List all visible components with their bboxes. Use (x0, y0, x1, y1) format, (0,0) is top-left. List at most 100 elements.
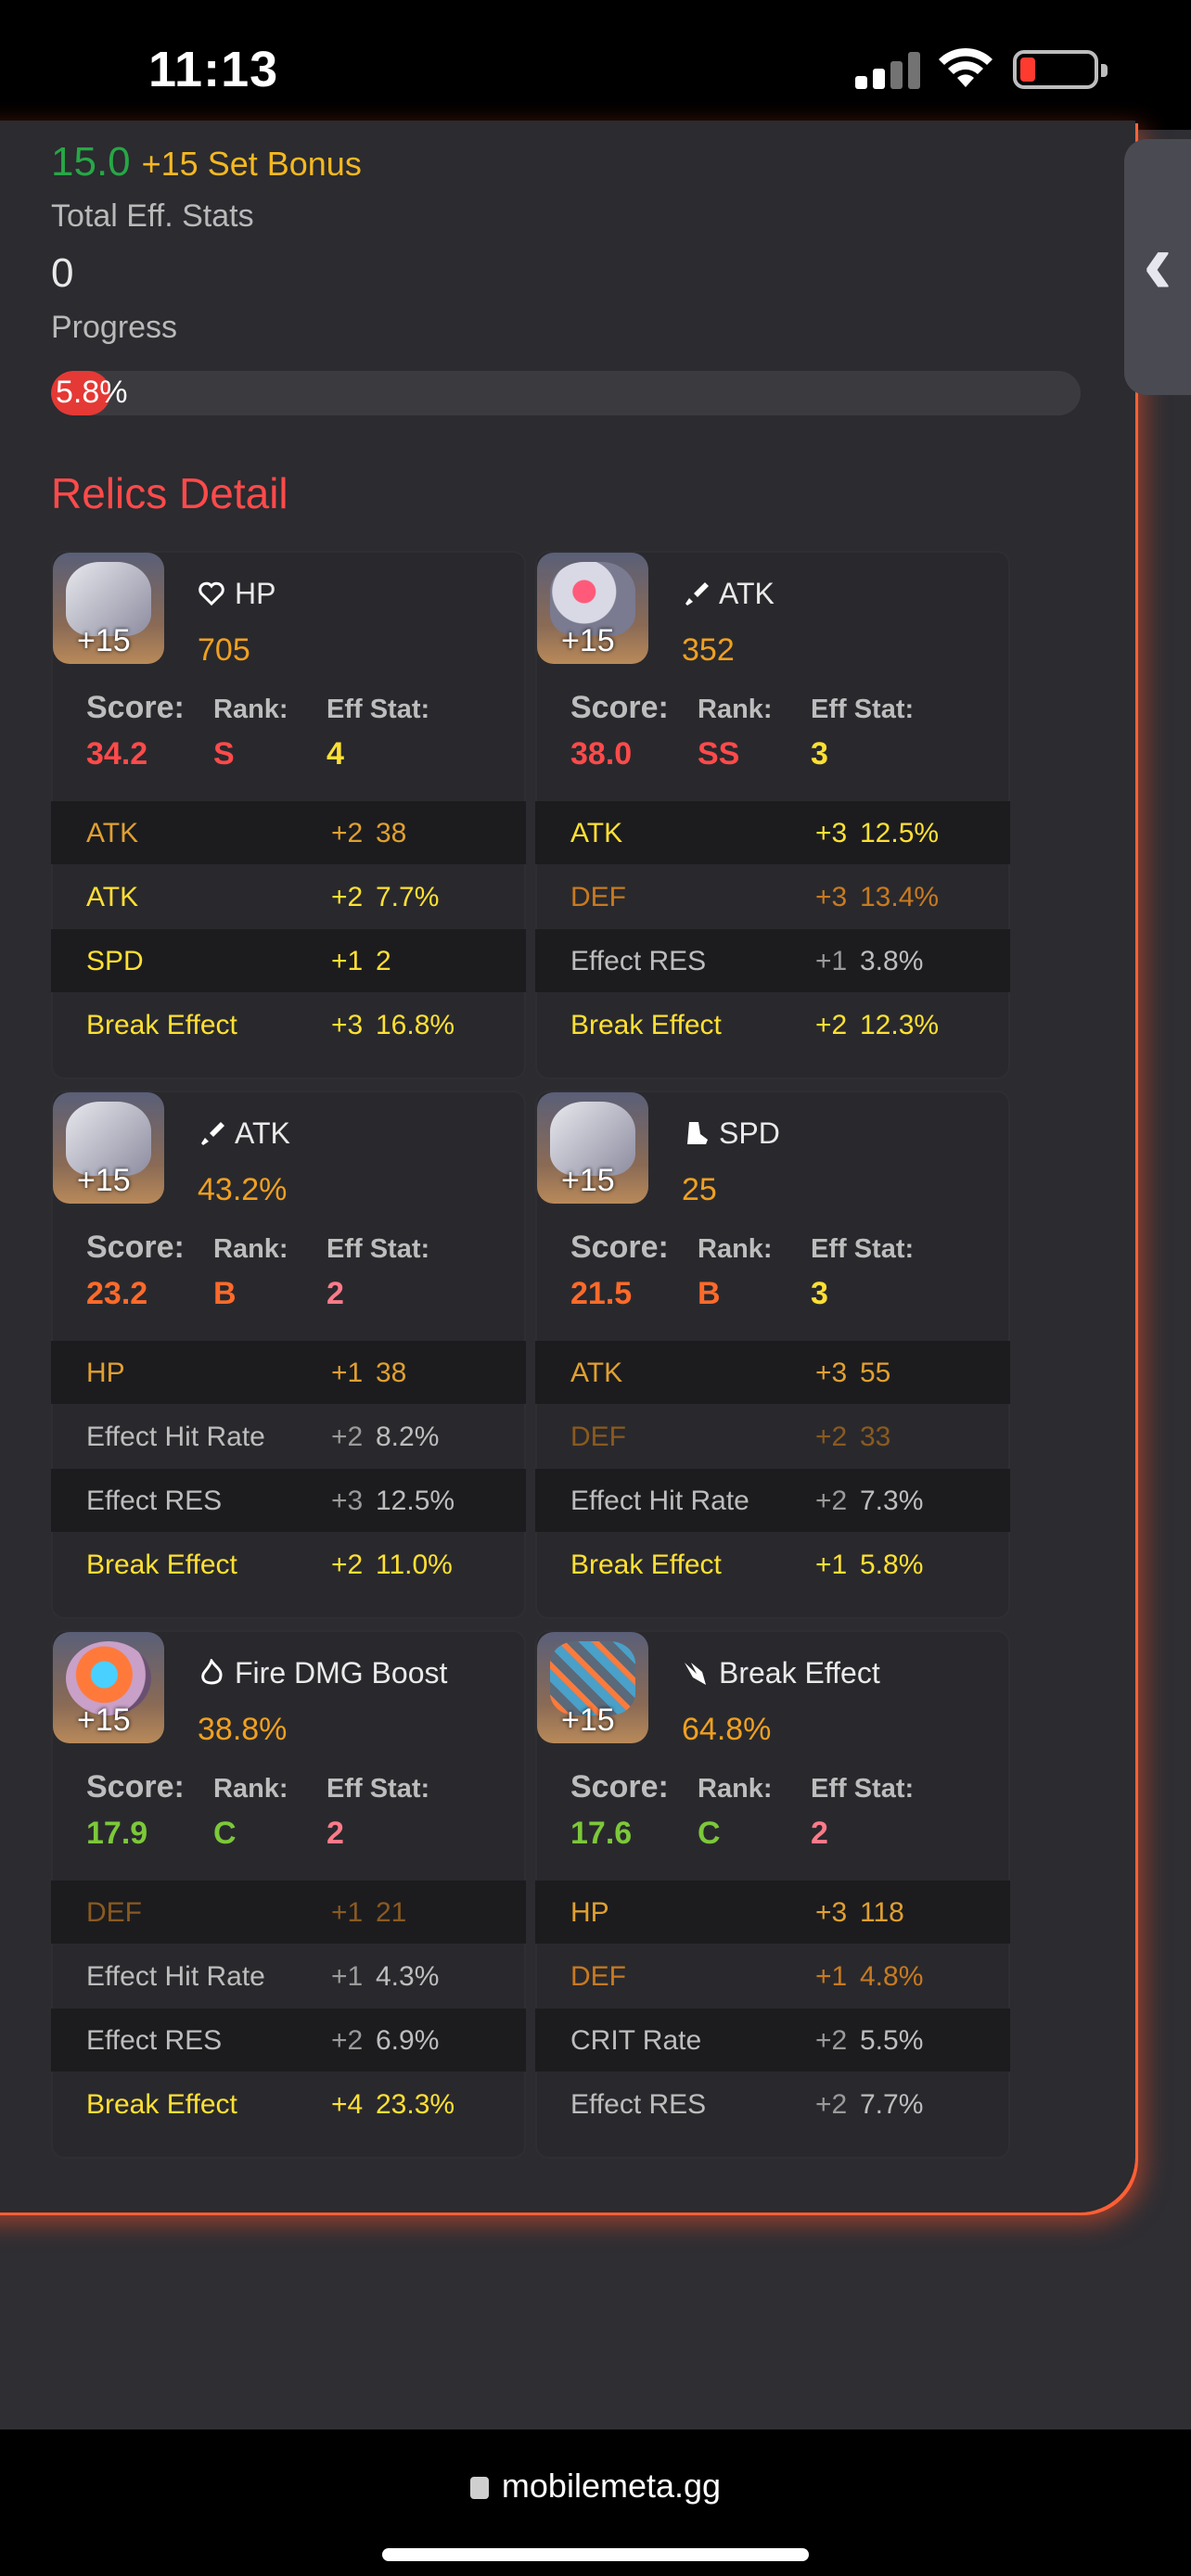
substat-value: 33 (860, 1422, 891, 1452)
main-stat-value: 43.2% (198, 1172, 288, 1207)
eff-stat-label: Eff Stat: (811, 1234, 915, 1264)
substat-roll: +2 (815, 1422, 848, 1452)
substat-row: CRIT Rate +2 5.5% (535, 2009, 1010, 2072)
substat-name: Break Effect (570, 1010, 722, 1040)
substat-name: SPD (86, 946, 144, 976)
rank-value: S (213, 736, 235, 772)
relic-card[interactable]: +15 HP 705 Score: Rank: Eff Stat: 34.2 S 4 ATK… (51, 551, 526, 1079)
substat-row: DEF +3 13.4% (535, 865, 1010, 928)
progress-label: Progress (51, 310, 178, 345)
relic-card[interactable]: +15 SPD 25 Score: Rank: Eff Stat: 21.5 B 3 ATK… (535, 1090, 1010, 1619)
battery-icon (1013, 50, 1108, 89)
substat-roll: +1 (331, 946, 364, 976)
substat-roll: +1 (331, 1961, 364, 1992)
eff-stat-label: Eff Stat: (811, 695, 915, 724)
substat-row: Break Effect +1 5.8% (535, 1533, 1010, 1596)
substat-roll: +3 (815, 882, 848, 912)
substat-value: 4.3% (376, 1961, 440, 1992)
rank-label: Rank: (213, 1774, 288, 1804)
substat-row: Break Effect +2 12.3% (535, 993, 1010, 1056)
main-stat-value: 705 (198, 632, 250, 668)
substat-roll: +2 (331, 818, 364, 848)
substat-name: DEF (86, 1897, 142, 1928)
substat-value: 5.8% (860, 1549, 924, 1580)
substat-name: CRIT Rate (570, 2025, 702, 2056)
rank-label: Rank: (698, 1234, 773, 1264)
rank-label: Rank: (213, 1234, 288, 1264)
total-eff-stats-value: 0 (51, 250, 74, 296)
score-value: 23.2 (86, 1276, 148, 1311)
substat-row: HP +1 38 (51, 1341, 526, 1404)
relic-level: +15 (561, 623, 615, 658)
relic-card[interactable]: +15 ATK 43.2% Score: Rank: Eff Stat: 23.2 B 2 … (51, 1090, 526, 1619)
rank-label: Rank: (698, 1774, 773, 1804)
cellular-signal-icon (855, 50, 920, 89)
substat-value: 7.7% (376, 882, 440, 912)
substat-name: ATK (86, 818, 139, 848)
substat-value: 38 (376, 818, 407, 848)
relic-level: +15 (77, 1163, 131, 1198)
rank-label: Rank: (698, 695, 773, 724)
substat-row: ATK +2 7.7% (51, 865, 526, 928)
substat-name: DEF (570, 1422, 626, 1452)
relic-card[interactable]: +15 Fire DMG Boost 38.8% Score: Rank: Eff S… (51, 1630, 526, 2159)
substat-name: Effect RES (86, 1486, 223, 1516)
main-stat-value: 64.8% (682, 1712, 772, 1747)
relic-card[interactable]: +15 ATK 352 Score: Rank: Eff Stat: 38.0 SS 3 A… (535, 551, 1010, 1079)
relic-image: +15 (53, 1632, 164, 1743)
status-time: 11:13 (148, 42, 279, 97)
rank-value: C (213, 1816, 237, 1851)
substat-value: 4.8% (860, 1961, 924, 1992)
substat-row: Effect Hit Rate +1 4.3% (51, 1945, 526, 2008)
rank-label: Rank: (213, 695, 288, 724)
substat-roll: +3 (815, 818, 848, 848)
main-stat-value: 38.8% (198, 1712, 288, 1747)
side-drawer-toggle[interactable]: ‹ (1124, 139, 1191, 395)
substat-value: 12.3% (860, 1010, 940, 1040)
url-bar[interactable]: mobilemeta.gg (0, 2467, 1191, 2506)
substat-name: ATK (570, 818, 623, 848)
score-value: 21.5 (570, 1276, 633, 1311)
substat-value: 6.9% (376, 2025, 440, 2056)
main-stat-name: ATK (198, 1116, 290, 1151)
substat-value: 21 (376, 1897, 407, 1928)
relic-image: +15 (537, 1632, 648, 1743)
substat-value: 11.0% (376, 1549, 453, 1580)
set-bonus-label: +15 Set Bonus (141, 145, 362, 183)
score-value: 38.0 (570, 736, 633, 772)
progress-text: 5.8% (56, 375, 128, 410)
score-value: 17.6 (570, 1816, 633, 1851)
relic-image: +15 (53, 553, 164, 664)
home-indicator[interactable] (382, 2548, 809, 2561)
substat-row: DEF +2 33 (535, 1405, 1010, 1468)
substat-row: HP +3 118 (535, 1881, 1010, 1944)
score-label: Score: (86, 1230, 185, 1265)
total-eff-stats-label: Total Eff. Stats (51, 198, 254, 234)
sword-icon (682, 577, 719, 610)
relic-level: +15 (77, 623, 131, 658)
relic-card[interactable]: +15 Break Effect 64.8% Score: Rank: Eff Sta… (535, 1630, 1010, 2159)
substat-name: Break Effect (570, 1549, 722, 1580)
substat-row: Break Effect +3 16.8% (51, 993, 526, 1056)
relic-level: +15 (561, 1163, 615, 1198)
substat-value: 3.8% (860, 946, 924, 976)
substat-roll: +2 (331, 1422, 364, 1452)
browser-bottom-bar: mobilemeta.gg (0, 2429, 1191, 2576)
substat-value: 5.5% (860, 2025, 924, 2056)
substat-row: ATK +2 38 (51, 801, 526, 864)
substat-roll: +2 (815, 2025, 848, 2056)
relic-level: +15 (561, 1702, 615, 1738)
substat-name: Effect RES (570, 2089, 707, 2120)
rank-value: C (698, 1816, 721, 1851)
substat-value: 7.3% (860, 1486, 924, 1516)
substat-roll: +3 (815, 1897, 848, 1928)
eff-stat-label: Eff Stat: (327, 1234, 430, 1264)
substat-roll: +2 (331, 2025, 364, 2056)
substat-name: HP (570, 1897, 609, 1928)
substat-name: ATK (86, 882, 139, 912)
score-label: Score: (570, 1769, 669, 1804)
score-label: Score: (570, 690, 669, 725)
score-label: Score: (86, 690, 185, 725)
sword-icon (198, 1116, 235, 1150)
substat-name: DEF (570, 1961, 626, 1992)
